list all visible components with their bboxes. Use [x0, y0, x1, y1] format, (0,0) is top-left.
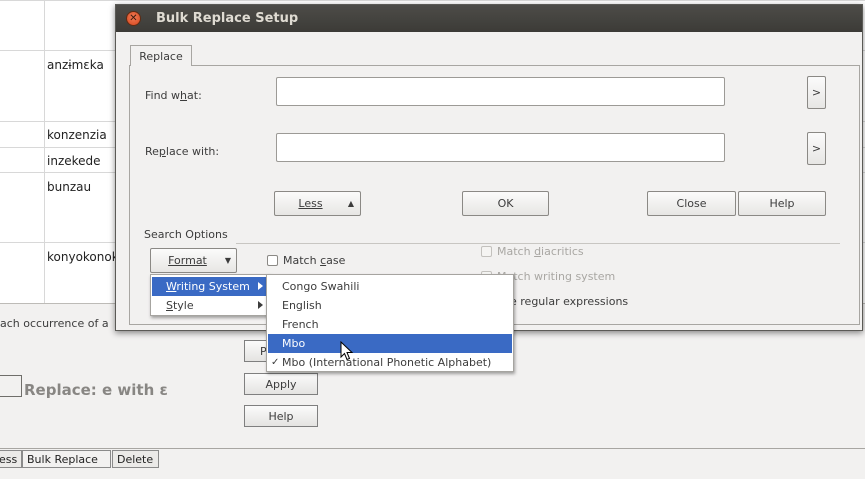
status-text: ach occurrence of a [0, 317, 109, 330]
tab-label: ess [0, 452, 18, 466]
match-case-checkbox[interactable] [267, 255, 278, 266]
menu-item-english[interactable]: English [268, 296, 512, 315]
tab-label: Bulk Replace [27, 452, 98, 466]
search-options-label: Search Options [144, 228, 228, 241]
table-cell-word[interactable]: konyokonok [47, 250, 119, 264]
menu-item-mbo[interactable]: Mbo [268, 334, 512, 353]
table-cell-word[interactable]: konzenzia [47, 128, 107, 142]
format-button-label: Format [168, 254, 207, 267]
replace-with-input[interactable] [276, 133, 725, 162]
rule-label: Replace: e with ɛ [24, 381, 168, 399]
table-cell-word[interactable]: inzekede [47, 154, 101, 168]
replace-special-label: > [811, 142, 822, 155]
submenu-arrow-icon [258, 301, 263, 309]
find-what-input[interactable] [276, 77, 725, 106]
less-button[interactable]: Less ▲ [274, 191, 361, 216]
menu-item-label: Mbo (International Phonetic Alphabet) [282, 356, 492, 369]
apply-button[interactable]: Apply [244, 373, 318, 395]
menu-item-label: French [282, 318, 319, 331]
search-options-divider [236, 243, 840, 244]
checkmark-icon: ✓ [271, 357, 280, 368]
rule-checkbox[interactable] [0, 375, 22, 397]
regex-label: e regular expressions [510, 295, 629, 308]
row-divider [0, 0, 865, 1]
menu-item-label: Writing System [166, 280, 250, 293]
help-button-label: Help [769, 197, 795, 210]
menu-item-mbo-ipa[interactable]: ✓ Mbo (International Phonetic Alphabet) [268, 353, 512, 372]
match-diacritics-checkbox[interactable] [481, 246, 492, 257]
close-icon[interactable]: ✕ [126, 11, 141, 26]
menu-item-french[interactable]: French [268, 315, 512, 334]
tab-replace[interactable]: Replace [130, 45, 192, 66]
submenu-arrow-icon [258, 282, 263, 290]
tab-label: Delete [117, 452, 154, 466]
menu-item-label: English [282, 299, 322, 312]
dialog-title: Bulk Replace Setup [156, 11, 299, 26]
close-button[interactable]: Close [647, 191, 736, 216]
help-button[interactable]: Help [738, 191, 826, 216]
find-what-label: Find what: [145, 89, 202, 102]
menu-item-style[interactable]: Style [152, 296, 269, 315]
help-button-bg-label: Help [268, 409, 294, 423]
tab-bulk-replace[interactable]: Bulk Replace [22, 450, 111, 468]
mouse-cursor-icon [340, 341, 354, 361]
match-diacritics-label: Match diacritics [497, 245, 584, 258]
menu-item-label: Style [166, 299, 194, 312]
writing-system-menu: Congo Swahili English French Mbo ✓ Mbo (… [266, 274, 514, 372]
tab-process[interactable]: ess [0, 450, 22, 468]
menu-item-label: Congo Swahili [282, 280, 360, 293]
tab-strip-border [0, 448, 865, 449]
match-writing-system-label: Match writing system [497, 270, 616, 283]
tab-delete[interactable]: Delete [112, 450, 159, 468]
apply-button-label: Apply [265, 377, 297, 391]
find-special-button[interactable]: > [807, 76, 826, 109]
less-button-label: Less [298, 197, 323, 210]
table-cell-word[interactable]: bunzau [47, 180, 91, 194]
replace-with-label: Replace with: [145, 145, 220, 158]
close-button-label: Close [676, 197, 707, 210]
ok-button-label: OK [497, 197, 514, 210]
dialog-titlebar[interactable]: ✕ Bulk Replace Setup [116, 5, 862, 32]
tab-replace-label: Replace [139, 49, 183, 63]
find-special-label: > [811, 86, 822, 99]
up-down-arrow-icon: ▲ [347, 199, 354, 208]
menu-item-label: Mbo [282, 337, 306, 350]
menu-item-writing-system[interactable]: Writing System [152, 277, 269, 296]
ok-button[interactable]: OK [462, 191, 549, 216]
format-button[interactable]: Format ▼ [150, 248, 237, 273]
table-column-divider [44, 0, 45, 303]
help-button-bg[interactable]: Help [244, 405, 318, 427]
table-cell-word[interactable]: anzɨmɛka [47, 58, 104, 72]
format-menu: Writing System Style [150, 274, 271, 316]
replace-special-button[interactable]: > [807, 132, 826, 165]
menu-item-congo-swahili[interactable]: Congo Swahili [268, 277, 512, 296]
match-case-label: Match case [283, 254, 346, 267]
chevron-down-icon: ▼ [224, 256, 231, 265]
